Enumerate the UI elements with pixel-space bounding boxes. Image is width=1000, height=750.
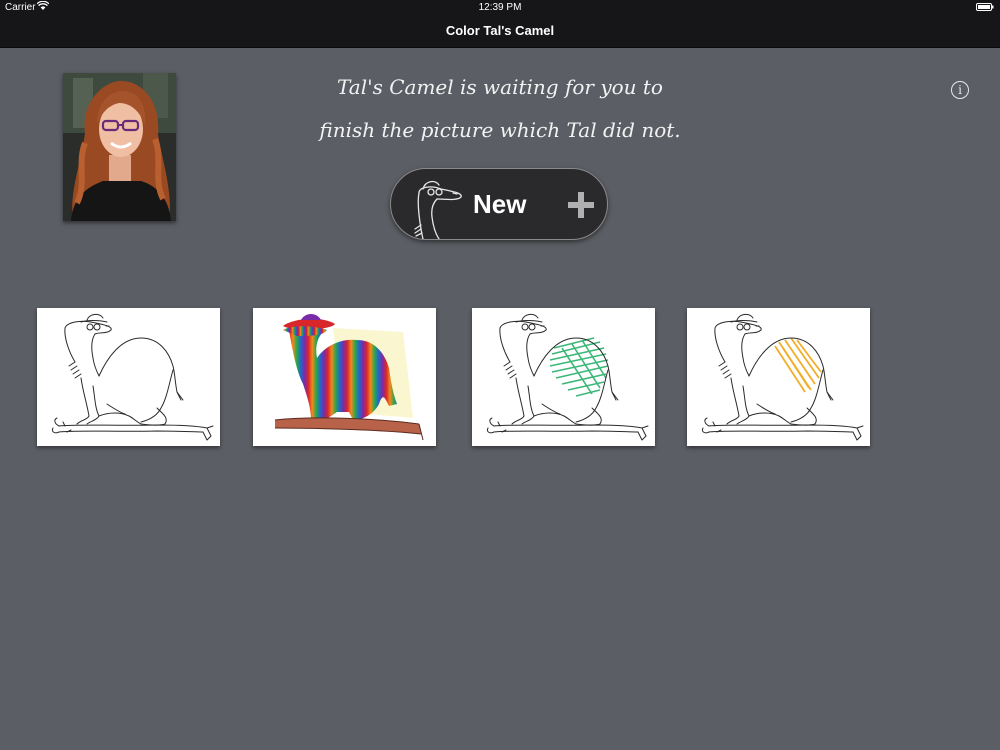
app-title: Color Tal's Camel	[445, 23, 555, 38]
drawing-thumbnail-4[interactable]	[687, 308, 870, 446]
drawing-thumbnail-3[interactable]	[472, 308, 655, 446]
drawing-thumbnail-2[interactable]	[253, 308, 436, 446]
camel-rainbow-drawing	[274, 314, 424, 441]
new-drawing-button[interactable]: New	[390, 168, 608, 240]
intro-line-2: finish the picture which Tal did not.	[319, 118, 681, 142]
intro-line-1: Tal's Camel is waiting for you to	[337, 75, 663, 99]
camel-green-drawing	[486, 313, 649, 441]
camel-outline-drawing	[51, 313, 214, 441]
intro-message: Tal's Camel is waiting for you to finish…	[300, 66, 700, 152]
new-button-label: New	[473, 189, 527, 219]
author-photo	[63, 73, 176, 221]
camel-orange-drawing	[701, 313, 864, 441]
clock: 12:39 PM	[478, 2, 522, 13]
navigation-bar: Color Tal's Camel	[0, 15, 1000, 48]
info-button[interactable]: i	[951, 81, 969, 99]
plus-icon	[568, 192, 594, 218]
drawing-thumbnail-1[interactable]	[37, 308, 220, 446]
info-icon: i	[958, 83, 962, 97]
camel-head-icon	[414, 180, 462, 239]
battery-icon	[976, 3, 994, 11]
status-bar: Carrier 12:39 PM	[0, 0, 1000, 15]
